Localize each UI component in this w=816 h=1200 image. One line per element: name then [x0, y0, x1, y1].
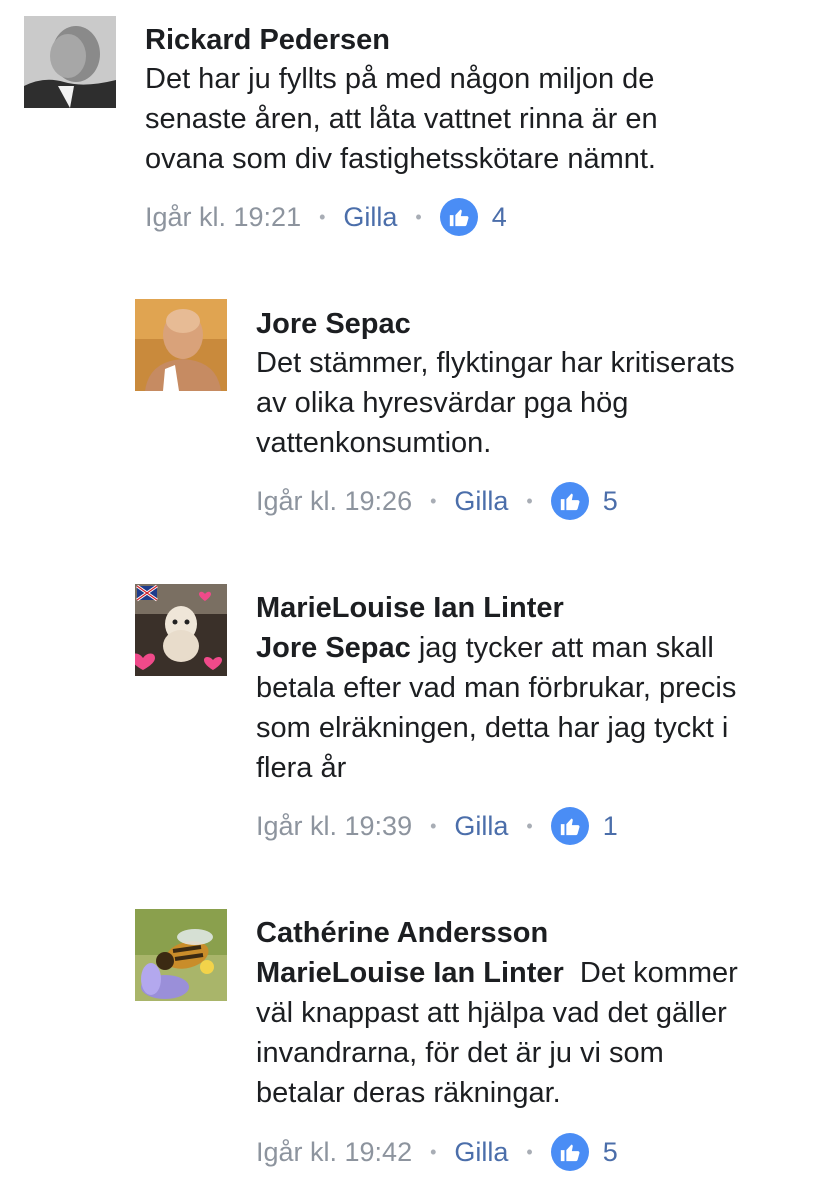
comment-line-text: Det kommer [563, 957, 738, 989]
separator-dot: • [430, 1141, 437, 1162]
like-button[interactable]: Gilla [454, 811, 508, 842]
comment-line: ovana som div fastighetsskötare nämnt. [145, 143, 656, 175]
comment-line: som elräkningen, detta har jag tyckt i [256, 712, 729, 744]
thumbs-up-icon[interactable] [439, 198, 478, 236]
author-name[interactable]: Cathérine Andersson [256, 913, 548, 953]
thumbs-up-icon[interactable] [550, 1133, 589, 1171]
comment-text: Det stämmer, flyktingar har kritiserats … [256, 343, 735, 463]
separator-dot: • [415, 206, 422, 227]
separator-dot: • [319, 206, 326, 227]
reaction-count[interactable]: 4 [492, 202, 507, 233]
separator-dot: • [430, 815, 437, 836]
comment-meta: Igår kl. 19:42 • Gilla • 5 [256, 1132, 618, 1172]
comment-text: Det har ju fyllts på med någon miljon de… [145, 59, 658, 179]
like-button[interactable]: Gilla [343, 202, 397, 233]
comment-line-text: jag tycker att man skall [410, 632, 714, 664]
comment-line: flera år [256, 752, 347, 784]
comment-meta: Igår kl. 19:21 • Gilla • 4 [145, 197, 507, 237]
comment-line: senaste åren, att låta vattnet rinna är … [145, 103, 658, 135]
reaction-count[interactable]: 5 [603, 486, 618, 517]
mention-link[interactable]: Jore Sepac [256, 632, 411, 664]
comment-line: vattenkonsumtion. [256, 427, 492, 459]
comment-line: betala efter vad man förbrukar, precis [256, 672, 737, 704]
thumbs-up-icon[interactable] [550, 807, 589, 845]
comment-line: MarieLouise Ian Linter Det kommer [256, 953, 738, 993]
author-name[interactable]: Rickard Pedersen [145, 20, 390, 60]
comment-meta: Igår kl. 19:26 • Gilla • 5 [256, 481, 618, 521]
timestamp[interactable]: Igår kl. 19:39 [256, 811, 412, 842]
comment-line: betalar deras räkningar. [256, 1077, 561, 1109]
author-name[interactable]: MarieLouise Ian Linter [256, 588, 564, 628]
reaction-count[interactable]: 1 [603, 811, 618, 842]
separator-dot: • [526, 490, 533, 511]
avatar[interactable] [24, 16, 116, 108]
avatar[interactable] [135, 299, 227, 391]
comment-line: Det har ju fyllts på med någon miljon de [145, 63, 655, 95]
timestamp[interactable]: Igår kl. 19:42 [256, 1137, 412, 1168]
timestamp[interactable]: Igår kl. 19:26 [256, 486, 412, 517]
comment-line: Det stämmer, flyktingar har kritiserats [256, 347, 735, 379]
separator-dot: • [526, 1141, 533, 1162]
comment-line: av olika hyresvärdar pga hög [256, 387, 629, 419]
author-name[interactable]: Jore Sepac [256, 304, 411, 344]
comment-line: invandrarna, för det är ju vi som [256, 1037, 664, 1069]
reaction-count[interactable]: 5 [603, 1137, 618, 1168]
avatar[interactable] [135, 584, 227, 676]
timestamp[interactable]: Igår kl. 19:21 [145, 202, 301, 233]
avatar[interactable] [135, 909, 227, 1001]
comment-text: Jore Sepac jag tycker att man skall beta… [256, 628, 736, 788]
comment-meta: Igår kl. 19:39 • Gilla • 1 [256, 806, 618, 846]
like-button[interactable]: Gilla [454, 1137, 508, 1168]
like-button[interactable]: Gilla [454, 486, 508, 517]
separator-dot: • [526, 815, 533, 836]
comment-line: väl knappast att hjälpa vad det gäller [256, 997, 727, 1029]
separator-dot: • [430, 490, 437, 511]
mention-link[interactable]: MarieLouise Ian Linter [256, 957, 564, 989]
thumbs-up-icon[interactable] [550, 482, 589, 520]
comment-line: Jore Sepac jag tycker att man skall [256, 628, 736, 668]
comment-text: MarieLouise Ian Linter Det kommer väl kn… [256, 953, 738, 1113]
